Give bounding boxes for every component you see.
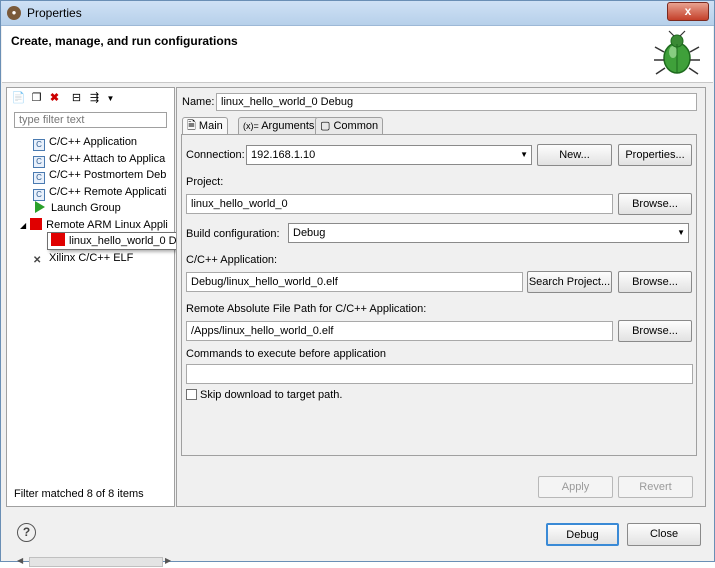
project-label: Project: bbox=[186, 176, 224, 188]
connection-select[interactable]: 192.168.1.10 ▼ bbox=[246, 145, 532, 165]
search-project-button[interactable]: Search Project... bbox=[527, 271, 612, 293]
skip-download-label: Skip download to target path. bbox=[200, 389, 343, 401]
browse-app-button[interactable]: Browse... bbox=[618, 271, 692, 293]
skip-download-checkbox[interactable]: Skip download to target path. bbox=[186, 389, 342, 401]
expand-arrow-icon[interactable]: ◢ bbox=[20, 221, 26, 230]
tree-item-cpp-remote[interactable]: C C/C++ Remote Applicati bbox=[33, 184, 167, 201]
remote-path-field[interactable]: /Apps/linux_hello_world_0.elf bbox=[186, 321, 613, 341]
apply-button[interactable]: Apply bbox=[538, 476, 613, 498]
scroll-thumb[interactable] bbox=[29, 557, 163, 567]
remote-path-label: Remote Absolute File Path for C/C++ Appl… bbox=[186, 303, 427, 315]
new-config-icon[interactable]: 📄 bbox=[11, 91, 26, 106]
filter-status: Filter matched 8 of 8 items bbox=[14, 488, 144, 500]
common-icon: ▢ bbox=[320, 120, 331, 132]
commands-label: Commands to execute before application bbox=[186, 348, 386, 360]
filter-icon[interactable]: ⇶ bbox=[87, 91, 102, 106]
tab-label: Main bbox=[198, 120, 223, 132]
chevron-down-icon[interactable]: ▼ bbox=[103, 91, 118, 106]
debug-button[interactable]: Debug bbox=[546, 523, 619, 546]
tree-item-label: C/C++ Remote Applicati bbox=[49, 186, 167, 198]
revert-button[interactable]: Revert bbox=[618, 476, 693, 498]
window-title: Properties bbox=[27, 6, 82, 20]
c-icon: C bbox=[33, 139, 45, 151]
browse-project-button[interactable]: Browse... bbox=[618, 193, 692, 215]
bug-icon bbox=[654, 30, 700, 75]
tree-item-label: C/C++ Application bbox=[49, 136, 138, 148]
delete-icon[interactable]: ✖ bbox=[47, 91, 62, 106]
scroll-right-icon[interactable]: ▶ bbox=[165, 556, 171, 565]
header-title: Create, manage, and run configurations bbox=[11, 34, 238, 48]
chevron-down-icon: ▼ bbox=[520, 150, 528, 159]
dialog-header: Create, manage, and run configurations bbox=[2, 26, 713, 83]
build-config-label: Build configuration: bbox=[186, 228, 280, 240]
close-button[interactable]: Close bbox=[627, 523, 701, 546]
launch-icon bbox=[35, 201, 45, 213]
tree-item-label: C/C++ Attach to Applica bbox=[49, 153, 166, 165]
horizontal-scrollbar[interactable]: ◀ ▶ bbox=[15, 554, 173, 568]
red-icon bbox=[30, 218, 43, 230]
checkbox-box[interactable] bbox=[186, 389, 197, 400]
tab-label: Arguments bbox=[261, 120, 315, 132]
tab-common[interactable]: ▢ Common bbox=[315, 117, 384, 134]
collapse-all-icon[interactable]: ⊟ bbox=[69, 91, 84, 106]
config-tree-pane: 📄 ❐ ✖ ⊟ ⇶ ▼ type filter text C C/C++ Appl… bbox=[6, 87, 175, 567]
xilinx-icon: ✕ bbox=[33, 255, 42, 266]
tree-item-remote-arm-linux[interactable]: ◢ Remote ARM Linux Appli bbox=[20, 217, 168, 233]
tab-label: Common bbox=[333, 120, 379, 132]
red-icon bbox=[51, 233, 65, 246]
name-field[interactable]: linux_hello_world_0 Debug bbox=[216, 93, 697, 111]
chevron-down-icon: ▼ bbox=[677, 228, 685, 237]
title-bar: ● Properties x bbox=[1, 1, 714, 26]
tree-item-cpp-attach[interactable]: C C/C++ Attach to Applica bbox=[33, 151, 166, 168]
tree-item-cpp-application[interactable]: C C/C++ Application bbox=[33, 134, 138, 151]
tab-main[interactable]: 🗎 Main bbox=[182, 117, 228, 134]
connection-label: Connection: bbox=[186, 149, 245, 161]
close-window-button[interactable]: x bbox=[667, 2, 709, 21]
tree-item-xilinx-elf[interactable]: ✕ Xilinx C/C++ ELF bbox=[33, 250, 133, 266]
scroll-left-icon[interactable]: ◀ bbox=[17, 556, 23, 565]
arguments-icon: (x)= bbox=[243, 121, 259, 131]
filter-input[interactable]: type filter text bbox=[14, 112, 167, 128]
tree-item-cpp-postmortem[interactable]: C C/C++ Postmortem Deb bbox=[33, 167, 167, 184]
tree-item-label: Remote ARM Linux Appli bbox=[46, 219, 168, 231]
new-connection-button[interactable]: New... bbox=[537, 144, 612, 166]
tab-arguments[interactable]: (x)= Arguments bbox=[238, 117, 320, 134]
connection-properties-button[interactable]: Properties... bbox=[618, 144, 692, 166]
duplicate-icon[interactable]: ❐ bbox=[29, 91, 44, 106]
project-field[interactable]: linux_hello_world_0 bbox=[186, 194, 613, 214]
app-field[interactable]: Debug/linux_hello_world_0.elf bbox=[186, 272, 523, 292]
build-config-select[interactable]: Debug ▼ bbox=[288, 223, 689, 243]
tree-item-launch-group[interactable]: Launch Group bbox=[35, 200, 121, 216]
browse-remote-path-button[interactable]: Browse... bbox=[618, 320, 692, 342]
name-label: Name: bbox=[182, 96, 215, 108]
app-label: C/C++ Application: bbox=[186, 254, 278, 266]
commands-field[interactable] bbox=[186, 364, 693, 384]
c-icon: C bbox=[33, 172, 45, 184]
help-icon[interactable]: ? bbox=[17, 523, 36, 542]
build-config-value: Debug bbox=[293, 227, 326, 239]
connection-value: 192.168.1.10 bbox=[251, 149, 316, 161]
tree-item-label: Launch Group bbox=[51, 202, 121, 214]
tree-item-label: Xilinx C/C++ ELF bbox=[49, 252, 134, 264]
app-icon: ● bbox=[7, 6, 21, 20]
main-tab-icon: 🗎 bbox=[187, 120, 196, 132]
properties-dialog: ● Properties x Create, manage, and run c… bbox=[0, 0, 715, 567]
tree-item-label: C/C++ Postmortem Deb bbox=[49, 169, 167, 181]
main-tab-panel bbox=[181, 134, 697, 456]
